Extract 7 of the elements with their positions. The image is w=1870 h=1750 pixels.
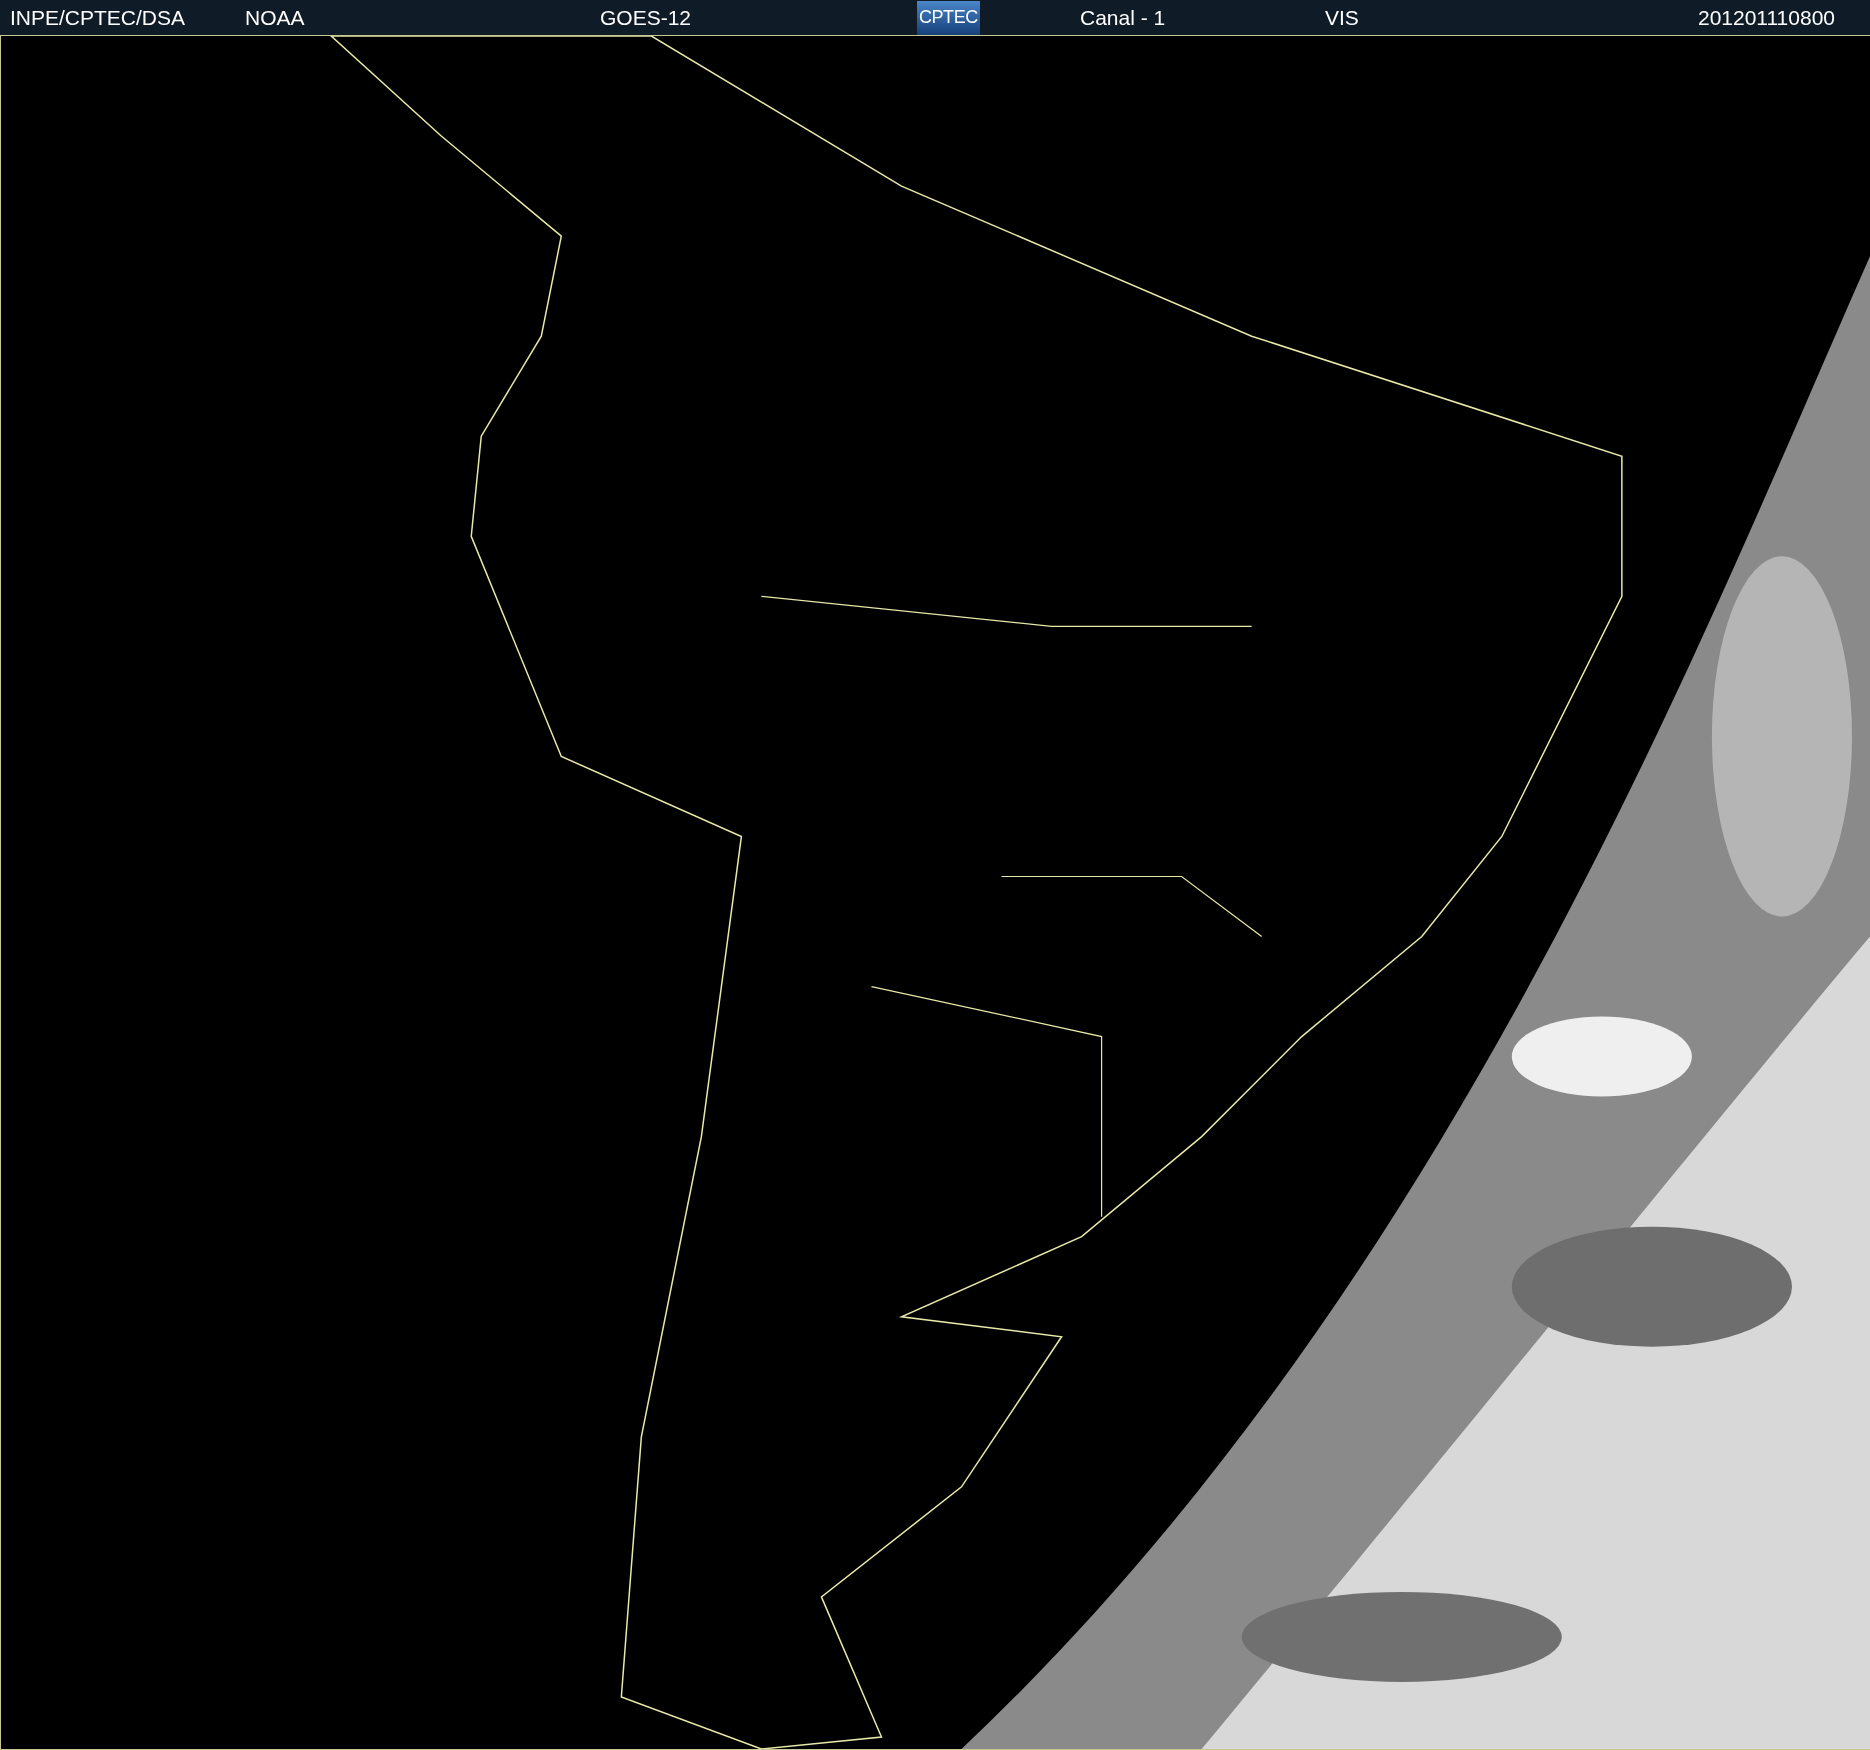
- header-label: 201201110800: [1697, 4, 1835, 31]
- header-label: Canal - 1: [1080, 5, 1166, 29]
- header-label: GOES-12: [600, 5, 692, 29]
- header-label: VIS: [1325, 5, 1359, 29]
- header-label: NOAA: [245, 5, 305, 29]
- header-label: INPE/CPTEC/DSA: [10, 5, 186, 29]
- logo: CPTEC: [917, 0, 980, 35]
